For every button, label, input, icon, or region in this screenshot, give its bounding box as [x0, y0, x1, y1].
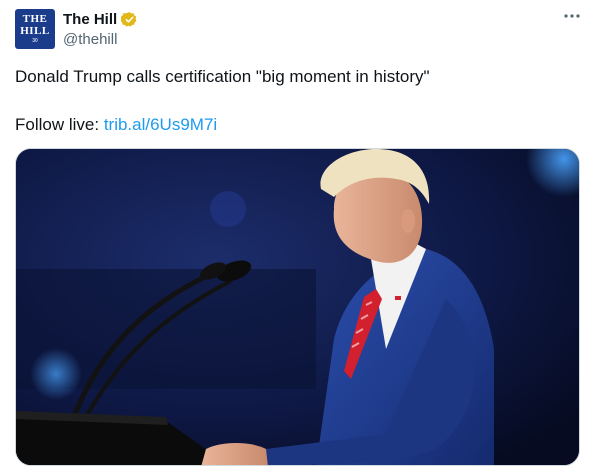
handle[interactable]: @thehill: [63, 31, 117, 48]
photo-speaker-at-podium-icon: [16, 149, 579, 465]
avatar[interactable]: THE HILL 30: [15, 9, 55, 49]
tweet-link[interactable]: trib.al/6Us9M7i: [104, 115, 217, 134]
follow-live-label: Follow live:: [15, 115, 104, 134]
tweet-card: THE HILL 30 The Hill @thehill Donald Tru…: [0, 0, 597, 473]
tweet-text: Donald Trump calls certification "big mo…: [15, 67, 430, 86]
more-options-icon[interactable]: [560, 6, 584, 26]
display-name[interactable]: The Hill: [63, 11, 117, 28]
avatar-logo-line2: HILL: [20, 25, 50, 37]
follow-live-line: Follow live: trib.al/6Us9M7i: [15, 114, 217, 136]
tweet-media-photo[interactable]: [15, 148, 580, 466]
avatar-logo-line3: 30: [32, 38, 38, 44]
avatar-logo-line1: THE: [22, 13, 48, 25]
verified-badge-icon: [120, 11, 138, 28]
author-name-row[interactable]: The Hill: [63, 11, 138, 28]
